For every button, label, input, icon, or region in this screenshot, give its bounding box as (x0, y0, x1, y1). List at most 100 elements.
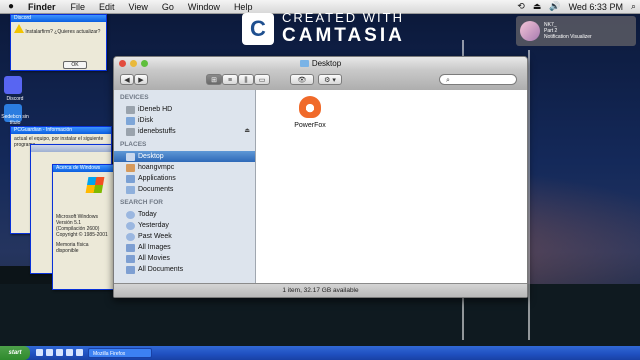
menu-go[interactable]: Go (155, 2, 181, 12)
dialog-title: Discord (11, 15, 106, 22)
smart-folder-icon (126, 254, 135, 263)
sidebar-item-label: iDeneb HD (138, 106, 173, 113)
quicklaunch-icon[interactable] (76, 349, 83, 356)
wallpaper-pole (528, 50, 530, 340)
sidebar-item-label: Today (138, 211, 157, 218)
watermark-line2: CAMTASIA (282, 25, 405, 46)
time-machine-icon[interactable]: ⟲ (517, 1, 525, 12)
watermark-line1: CREATED WITH (282, 10, 404, 25)
sidebar-item-home[interactable]: hoangvmpc (114, 162, 255, 173)
camtasia-watermark: C CREATED WITH CAMTASIA (242, 10, 405, 47)
zoom-icon[interactable] (141, 60, 148, 67)
quicklaunch-icon[interactable] (36, 349, 43, 356)
back-button[interactable]: ◀ (120, 74, 134, 85)
xp-dialog-discord[interactable]: Discord Instalarfirm? ¿Quieres actualiza… (10, 14, 107, 71)
sidebar-item-applications[interactable]: Applications (114, 173, 255, 184)
quicklaunch-icon[interactable] (56, 349, 63, 356)
ok-button[interactable]: OK (63, 61, 87, 69)
sidebar-item-past-week[interactable]: Past Week (114, 231, 255, 242)
applications-icon (126, 174, 135, 183)
clock-icon (126, 210, 135, 219)
finder-titlebar[interactable]: Desktop (114, 57, 527, 70)
dialog-text: Microsoft Windows Versión 5.1 (Compilaci… (56, 214, 108, 238)
smart-folder-icon (126, 265, 135, 274)
menu-edit[interactable]: Edit (92, 2, 122, 12)
sidebar-header-places: PLACES (120, 141, 147, 148)
sidebar-item-label: Documents (138, 186, 174, 193)
powerfox-icon (299, 96, 321, 118)
sidebar-item-label: hoangvmpc (138, 164, 175, 171)
quicklook-button[interactable]: 👁 (290, 74, 314, 85)
menu-app-name[interactable]: Finder (22, 2, 64, 12)
sidebar-item-label: iDisk (138, 117, 154, 124)
clock-icon (126, 221, 135, 230)
list-view-button[interactable]: ≡ (222, 74, 238, 85)
notification-toast[interactable]: NK7_ Part 2 Notification Visualizer (516, 16, 636, 46)
dialog-title: PCGuardian - Información (11, 127, 111, 134)
notification-line3: Notification Visualizer (544, 34, 592, 40)
sidebar-item-label: Yesterday (138, 222, 169, 229)
home-icon (126, 163, 135, 172)
volume-icon[interactable]: 🔊 (549, 1, 560, 12)
desktop-icon-label: Discord (6, 96, 24, 102)
sidebar-item-documents[interactable]: Documents (114, 184, 255, 195)
search-icon: ⌕ (446, 77, 450, 84)
menu-file[interactable]: File (64, 2, 93, 12)
icon-view-button[interactable]: ⊞ (206, 74, 222, 85)
sidebar-item-idisk[interactable]: iDisk (114, 115, 255, 126)
file-item[interactable]: PowerFox (292, 96, 328, 129)
windows-logo-icon (85, 177, 105, 193)
sidebar-item-desktop[interactable]: Desktop (114, 151, 255, 162)
desktop-icon-label: Sedebcn sin título (1, 114, 29, 126)
window-controls (119, 60, 148, 67)
sidebar-item-all-movies[interactable]: All Movies (114, 253, 255, 264)
desktop-icon (126, 152, 135, 161)
close-icon[interactable] (119, 60, 126, 67)
dialog-title-inactive (31, 145, 111, 152)
sidebar-item-idenebstuffs[interactable]: idenebstuffs ⏏ (114, 126, 255, 137)
search-input[interactable]: ⌕ (439, 74, 517, 85)
sidebar-item-label: Desktop (138, 153, 164, 160)
smart-folder-icon (126, 243, 135, 252)
column-view-button[interactable]: ⫼ (238, 74, 254, 85)
spotlight-icon[interactable]: ⌕ (631, 1, 636, 12)
sidebar-item-all-images[interactable]: All Images (114, 242, 255, 253)
quicklaunch-icon[interactable] (66, 349, 73, 356)
sidebar-item-all-documents[interactable]: All Documents (114, 264, 255, 275)
dialog-text: Instalarfirm? ¿Quieres actualizar? (25, 29, 101, 35)
finder-content[interactable]: PowerFox (256, 90, 527, 283)
finder-sidebar: DEVICES iDeneb HD iDisk idenebstuffs ⏏ PL… (114, 90, 256, 283)
sidebar-item-label: idenebstuffs (138, 128, 176, 135)
menubar-clock[interactable]: Wed 6:33 PM (569, 2, 623, 12)
menu-view[interactable]: View (122, 2, 155, 12)
documents-icon (126, 185, 135, 194)
disk-icon (126, 127, 135, 136)
sidebar-header-devices: DEVICES (120, 94, 149, 101)
action-menu-button[interactable]: ⚙ ▾ (318, 74, 342, 85)
finder-window[interactable]: Desktop ◀ ▶ ⊞ ≡ ⫼ ▭ 👁 ⚙ ▾ ⌕ DEVICES iDen… (113, 56, 528, 298)
eject-icon[interactable]: ⏏ (244, 126, 250, 137)
minimize-icon[interactable] (130, 60, 137, 67)
sidebar-item-ideneb-hd[interactable]: iDeneb HD (114, 104, 255, 115)
start-button[interactable]: start (0, 346, 30, 360)
xp-dialog-about-windows[interactable]: Acerca de Windows Microsoft Windows Vers… (52, 164, 114, 290)
eject-menu-icon[interactable]: ⏏ (533, 1, 542, 12)
sidebar-header-search: SEARCH FOR (120, 199, 163, 206)
xp-taskbar: start Mozilla Firefox (0, 346, 640, 360)
quicklaunch-icon[interactable] (46, 349, 53, 356)
camtasia-logo-icon: C (242, 12, 274, 45)
menu-window[interactable]: Window (181, 2, 227, 12)
coverflow-view-button[interactable]: ▭ (254, 74, 270, 85)
sidebar-item-label: All Images (138, 244, 171, 251)
status-bar: 1 item, 32.17 GB available (114, 283, 527, 297)
sidebar-item-today[interactable]: Today (114, 209, 255, 220)
folder-icon (299, 60, 309, 67)
window-title: Desktop (311, 59, 342, 68)
taskbar-item[interactable]: Mozilla Firefox (88, 348, 152, 358)
avatar (520, 21, 540, 41)
sidebar-item-yesterday[interactable]: Yesterday (114, 220, 255, 231)
forward-button[interactable]: ▶ (134, 74, 148, 85)
apple-menu-icon[interactable]: ● (0, 1, 22, 12)
sidebar-item-label: All Movies (138, 255, 170, 262)
discord-icon[interactable] (4, 76, 22, 94)
